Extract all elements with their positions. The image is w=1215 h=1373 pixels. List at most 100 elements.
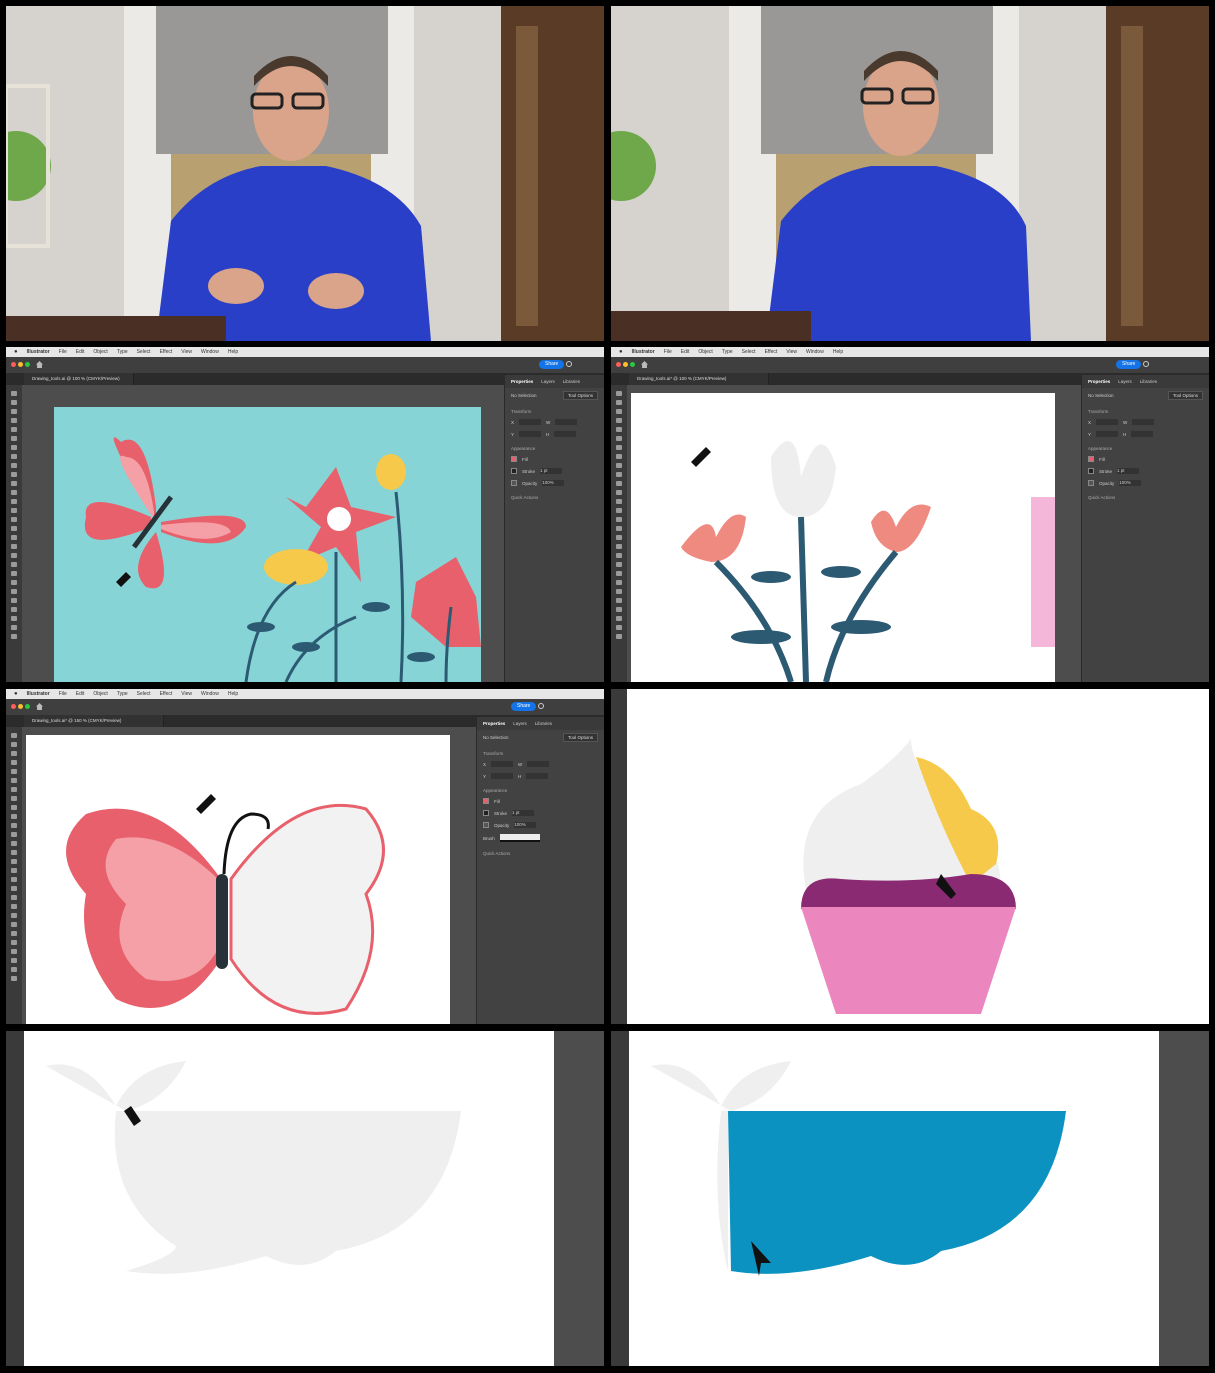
tool-button[interactable] xyxy=(11,778,17,783)
y-field[interactable] xyxy=(1096,431,1119,437)
menu-file[interactable]: File xyxy=(664,349,672,355)
h-field[interactable] xyxy=(526,773,549,779)
opacity-swatch[interactable] xyxy=(511,480,517,486)
tool-button[interactable] xyxy=(616,391,622,396)
menu-type[interactable]: Type xyxy=(117,691,128,697)
tool-button[interactable] xyxy=(11,499,17,504)
apple-icon[interactable]: ● xyxy=(14,349,18,355)
menu-illustrator[interactable]: Illustrator xyxy=(27,691,50,697)
tool-button[interactable] xyxy=(616,553,622,558)
tool-button[interactable] xyxy=(616,445,622,450)
tool-button[interactable] xyxy=(616,598,622,603)
w-field[interactable] xyxy=(527,761,550,767)
tool-button[interactable] xyxy=(11,589,17,594)
tools-panel[interactable] xyxy=(611,385,627,682)
tool-button[interactable] xyxy=(11,922,17,927)
tab-layers[interactable]: Layers xyxy=(513,721,527,726)
stroke-swatch[interactable] xyxy=(483,810,489,816)
window-control-minimize[interactable] xyxy=(18,362,23,367)
menu-type[interactable]: Type xyxy=(722,349,733,355)
tool-button[interactable] xyxy=(11,400,17,405)
tool-button[interactable] xyxy=(11,832,17,837)
tool-button[interactable] xyxy=(616,625,622,630)
tool-button[interactable] xyxy=(616,634,622,639)
tool-button[interactable] xyxy=(11,976,17,981)
tool-button[interactable] xyxy=(616,544,622,549)
tool-button[interactable] xyxy=(11,445,17,450)
tool-button[interactable] xyxy=(11,625,17,630)
menu-illustrator[interactable]: Illustrator xyxy=(632,349,655,355)
menu-window[interactable]: Window xyxy=(201,349,219,355)
menu-object[interactable]: Object xyxy=(93,691,107,697)
tool-button[interactable] xyxy=(11,634,17,639)
tools-panel[interactable] xyxy=(6,727,22,1024)
menu-select[interactable]: Select xyxy=(742,349,756,355)
window-control-minimize[interactable] xyxy=(18,704,23,709)
tool-button[interactable] xyxy=(11,544,17,549)
tool-button[interactable] xyxy=(11,463,17,468)
menu-edit[interactable]: Edit xyxy=(76,691,85,697)
tool-button[interactable] xyxy=(616,517,622,522)
tool-button[interactable] xyxy=(11,418,17,423)
tool-button[interactable] xyxy=(11,823,17,828)
tool-button[interactable] xyxy=(11,733,17,738)
fill-label[interactable]: Fill xyxy=(522,457,528,462)
tool-button[interactable] xyxy=(11,931,17,936)
tool-button[interactable] xyxy=(11,391,17,396)
tool-button[interactable] xyxy=(616,526,622,531)
stroke-weight-field[interactable]: 1 pt xyxy=(1117,468,1140,474)
tool-button[interactable] xyxy=(616,607,622,612)
menu-object[interactable]: Object xyxy=(93,349,107,355)
window-control-zoom[interactable] xyxy=(25,704,30,709)
tool-button[interactable] xyxy=(11,580,17,585)
window-control-close[interactable] xyxy=(11,362,16,367)
tool-button[interactable] xyxy=(11,967,17,972)
menu-type[interactable]: Type xyxy=(117,349,128,355)
document-tab[interactable]: Drawing_tools.ai @ 100 % (CMYK/Preview) xyxy=(24,373,134,385)
tool-button[interactable] xyxy=(11,841,17,846)
tool-button[interactable] xyxy=(616,490,622,495)
tool-button[interactable] xyxy=(11,949,17,954)
document-tab[interactable]: Drawing_tools.ai* @ 100 % (CMYK/Preview) xyxy=(629,373,769,385)
search-icon[interactable] xyxy=(538,703,544,709)
tab-libraries[interactable]: Libraries xyxy=(563,379,580,384)
menu-effect[interactable]: Effect xyxy=(160,349,173,355)
window-control-zoom[interactable] xyxy=(630,362,635,367)
w-field[interactable] xyxy=(1132,419,1155,425)
tool-options-button[interactable]: Tool Options xyxy=(562,733,598,742)
tool-button[interactable] xyxy=(616,616,622,621)
tool-button[interactable] xyxy=(11,517,17,522)
menu-window[interactable]: Window xyxy=(806,349,824,355)
tool-button[interactable] xyxy=(11,958,17,963)
home-icon[interactable] xyxy=(641,361,648,368)
fill-swatch[interactable] xyxy=(483,798,489,804)
home-icon[interactable] xyxy=(36,361,43,368)
opacity-label[interactable]: Opacity xyxy=(1099,481,1114,486)
menu-view[interactable]: View xyxy=(786,349,797,355)
h-field[interactable] xyxy=(554,431,577,437)
tool-button[interactable] xyxy=(11,436,17,441)
tool-button[interactable] xyxy=(11,607,17,612)
apple-icon[interactable]: ● xyxy=(14,691,18,697)
opacity-label[interactable]: Opacity xyxy=(494,823,509,828)
menu-help[interactable]: Help xyxy=(833,349,843,355)
tool-button[interactable] xyxy=(11,904,17,909)
share-button[interactable]: Share xyxy=(1116,360,1142,369)
tool-button[interactable] xyxy=(616,400,622,405)
stroke-swatch[interactable] xyxy=(511,468,517,474)
stroke-label[interactable]: Stroke xyxy=(522,469,535,474)
tool-button[interactable] xyxy=(11,409,17,414)
tool-button[interactable] xyxy=(11,796,17,801)
tool-button[interactable] xyxy=(11,481,17,486)
tab-properties[interactable]: Properties xyxy=(511,379,533,384)
tool-button[interactable] xyxy=(11,742,17,747)
h-field[interactable] xyxy=(1131,431,1154,437)
tool-button[interactable] xyxy=(11,526,17,531)
tool-button[interactable] xyxy=(11,940,17,945)
menu-file[interactable]: File xyxy=(59,691,67,697)
tool-button[interactable] xyxy=(11,895,17,900)
tab-layers[interactable]: Layers xyxy=(541,379,555,384)
window-control-minimize[interactable] xyxy=(623,362,628,367)
brush-dropdown[interactable] xyxy=(499,834,540,842)
tool-button[interactable] xyxy=(11,553,17,558)
